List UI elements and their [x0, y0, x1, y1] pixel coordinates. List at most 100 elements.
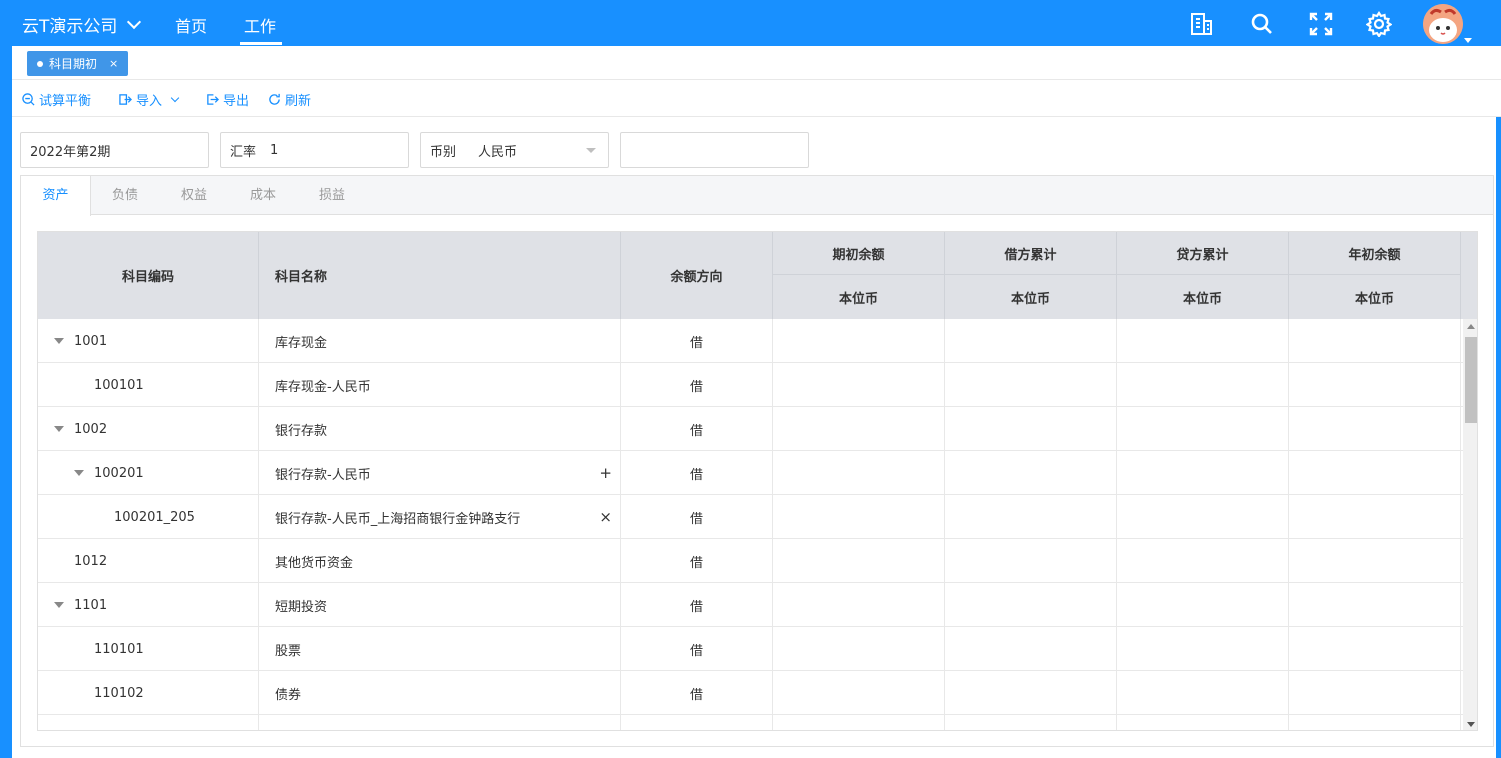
cell-amount[interactable] [1289, 363, 1461, 407]
cell-amount[interactable] [773, 407, 945, 451]
table-row[interactable]: 1101 短期投资 借 [38, 583, 1463, 627]
header-code[interactable]: 科目编码 [38, 232, 259, 319]
left-sidebar-strip [0, 46, 12, 758]
cell-amount[interactable] [945, 363, 1117, 407]
cell-code: 100101 [38, 363, 259, 407]
cell-amount[interactable] [1289, 583, 1461, 627]
table-row[interactable]: 1012 其他货币资金 借 [38, 539, 1463, 583]
account-code: 100201 [94, 465, 144, 481]
cell-amount[interactable] [773, 671, 945, 715]
cell-amount[interactable] [1289, 319, 1461, 363]
extra-field[interactable] [620, 132, 809, 168]
cell-code: 1002 [38, 407, 259, 451]
close-icon[interactable]: × [599, 508, 612, 526]
tab-profit-loss[interactable]: 损益 [297, 176, 367, 215]
cell-amount[interactable] [773, 583, 945, 627]
caret-down-icon[interactable] [1464, 38, 1472, 43]
cell-amount[interactable] [1117, 539, 1289, 583]
expand-caret-icon[interactable] [54, 426, 64, 432]
page-tab-active[interactable]: 科目期初 × [27, 51, 129, 76]
period-field[interactable]: 2022年第2期 [20, 132, 209, 168]
table-row[interactable]: 110102 债券 借 [38, 671, 1463, 715]
cell-amount[interactable] [1117, 363, 1289, 407]
header-direction[interactable]: 余额方向 [621, 232, 773, 319]
cell-amount[interactable] [1117, 451, 1289, 495]
expand-caret-icon[interactable] [54, 338, 64, 344]
cell-amount[interactable] [1289, 671, 1461, 715]
exchange-rate-field[interactable]: 汇率 1 [220, 132, 409, 168]
vertical-scrollbar[interactable] [1463, 319, 1477, 730]
cell-amount[interactable] [773, 627, 945, 671]
import-button[interactable]: 导入 [119, 90, 180, 109]
tab-assets[interactable]: 资产 [21, 176, 91, 216]
close-icon[interactable]: × [109, 57, 118, 70]
cell-amount[interactable] [945, 319, 1117, 363]
table-row[interactable]: 100101 库存现金-人民币 借 [38, 363, 1463, 407]
table-row[interactable] [38, 715, 1463, 730]
search-icon[interactable] [1249, 11, 1275, 37]
table-row[interactable]: 100201 银行存款-人民币 + 借 [38, 451, 1463, 495]
cell-direction: 借 [621, 319, 773, 363]
scroll-thumb[interactable] [1465, 337, 1477, 423]
cell-amount[interactable] [945, 627, 1117, 671]
cell-amount[interactable] [945, 715, 1117, 730]
refresh-button[interactable]: 刷新 [268, 90, 311, 109]
account-name: 其他货币资金 [275, 555, 354, 571]
cell-amount[interactable] [945, 583, 1117, 627]
cell-amount[interactable] [773, 363, 945, 407]
nav-home[interactable]: 首页 [175, 13, 207, 37]
export-button[interactable]: 导出 [206, 90, 249, 109]
cell-direction: 借 [621, 363, 773, 407]
cell-amount[interactable] [1289, 715, 1461, 730]
cell-amount[interactable] [1117, 671, 1289, 715]
cell-amount[interactable] [945, 451, 1117, 495]
cell-amount[interactable] [1289, 627, 1461, 671]
add-icon[interactable]: + [599, 464, 612, 482]
cell-direction: 借 [621, 583, 773, 627]
table-row[interactable]: 1001 库存现金 借 [38, 319, 1463, 363]
cell-amount[interactable] [1117, 583, 1289, 627]
nav-work[interactable]: 工作 [244, 13, 276, 37]
expand-caret-icon[interactable] [74, 470, 84, 476]
scroll-up-icon[interactable] [1467, 324, 1475, 329]
cell-amount[interactable] [1289, 407, 1461, 451]
cell-direction: 借 [621, 495, 773, 539]
account-code: 110102 [94, 685, 144, 701]
cell-amount[interactable] [1117, 715, 1289, 730]
export-label: 导出 [223, 94, 250, 109]
cell-amount[interactable] [1117, 627, 1289, 671]
cell-amount[interactable] [773, 451, 945, 495]
trial-balance-button[interactable]: 试算平衡 [22, 90, 91, 109]
cell-amount[interactable] [1117, 407, 1289, 451]
cell-amount[interactable] [773, 319, 945, 363]
cell-code: 110102 [38, 671, 259, 715]
cell-amount[interactable] [1289, 539, 1461, 583]
cell-amount[interactable] [945, 671, 1117, 715]
tab-cost[interactable]: 成本 [229, 176, 297, 215]
expand-icon[interactable] [1308, 11, 1334, 37]
header-name[interactable]: 科目名称 [259, 232, 621, 319]
cell-amount[interactable] [773, 539, 945, 583]
cell-amount[interactable] [773, 495, 945, 539]
account-code: 1001 [74, 333, 108, 349]
cell-amount[interactable] [1117, 495, 1289, 539]
cell-amount[interactable] [1117, 319, 1289, 363]
cell-amount[interactable] [1289, 451, 1461, 495]
gear-icon[interactable] [1365, 11, 1393, 38]
table-row[interactable]: 100201_205 银行存款-人民币_上海招商银行金钟路支行 × 借 [38, 495, 1463, 539]
expand-caret-icon[interactable] [54, 602, 64, 608]
building-icon[interactable] [1189, 11, 1215, 37]
cell-amount[interactable] [945, 495, 1117, 539]
cell-amount[interactable] [945, 539, 1117, 583]
tab-equity[interactable]: 权益 [159, 176, 229, 215]
cell-amount[interactable] [945, 407, 1117, 451]
table-row[interactable]: 1002 银行存款 借 [38, 407, 1463, 451]
cell-amount[interactable] [1289, 495, 1461, 539]
company-switcher[interactable]: 云T演示公司 [22, 12, 142, 37]
scroll-down-icon[interactable] [1467, 722, 1475, 727]
table-row[interactable]: 110101 股票 借 [38, 627, 1463, 671]
cell-amount[interactable] [773, 715, 945, 730]
tab-liabilities[interactable]: 负债 [91, 176, 159, 215]
currency-select[interactable]: 币别 人民币 [420, 132, 609, 168]
avatar[interactable] [1423, 4, 1463, 44]
